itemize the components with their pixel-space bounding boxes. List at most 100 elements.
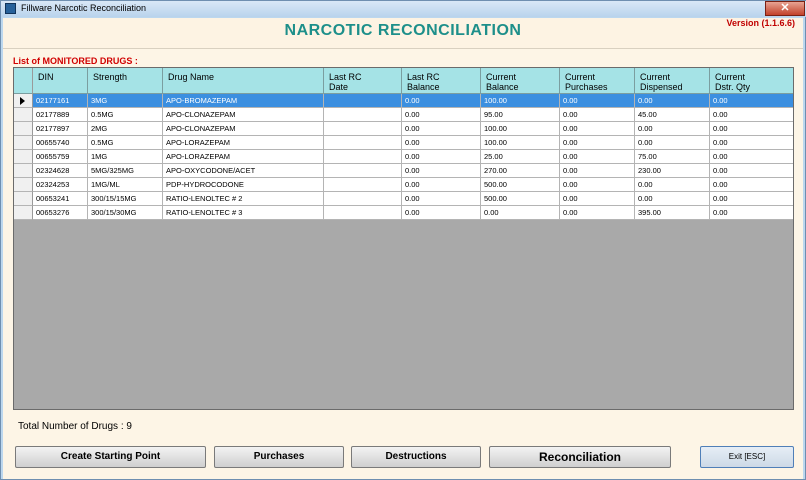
cell-strength[interactable]: 3MG: [88, 94, 163, 108]
column-header-din[interactable]: DIN: [33, 68, 88, 94]
cell-strength[interactable]: 1MG/ML: [88, 178, 163, 192]
table-row[interactable]: 02324628 5MG/325MG APO-OXYCODONE/ACET 0.00 2…: [14, 164, 793, 178]
cell-current-balance[interactable]: 100.00: [481, 122, 560, 136]
cell-current-dstr-qty[interactable]: 0.00: [710, 192, 793, 206]
cell-current-dstr-qty[interactable]: 0.00: [710, 136, 793, 150]
cell-strength[interactable]: 0.5MG: [88, 108, 163, 122]
cell-current-purchases[interactable]: 0.00: [560, 94, 635, 108]
cell-current-dispensed[interactable]: 0.00: [635, 192, 710, 206]
cell-last-rc-date[interactable]: [324, 122, 402, 136]
cell-current-purchases[interactable]: 0.00: [560, 192, 635, 206]
cell-current-purchases[interactable]: 0.00: [560, 108, 635, 122]
cell-current-balance[interactable]: 95.00: [481, 108, 560, 122]
table-row[interactable]: 02324253 1MG/ML PDP-HYDROCODONE 0.00 500.00 0…: [14, 178, 793, 192]
cell-din[interactable]: 02177897: [33, 122, 88, 136]
cell-last-rc-balance[interactable]: 0.00: [402, 178, 481, 192]
cell-current-dispensed[interactable]: 230.00: [635, 164, 710, 178]
cell-current-purchases[interactable]: 0.00: [560, 136, 635, 150]
table-row[interactable]: 00655759 1MG APO-LORAZEPAM 0.00 25.00 0.00 75.…: [14, 150, 793, 164]
purchases-button[interactable]: Purchases: [214, 446, 344, 468]
cell-din[interactable]: 02177889: [33, 108, 88, 122]
cell-current-purchases[interactable]: 0.00: [560, 122, 635, 136]
row-header[interactable]: [14, 108, 33, 122]
cell-drug-name[interactable]: APO-LORAZEPAM: [163, 150, 324, 164]
column-header-current-balance[interactable]: Current Balance: [481, 68, 560, 94]
column-header-drug-name[interactable]: Drug Name: [163, 68, 324, 94]
cell-last-rc-balance[interactable]: 0.00: [402, 136, 481, 150]
cell-last-rc-date[interactable]: [324, 192, 402, 206]
cell-strength[interactable]: 300/15/30MG: [88, 206, 163, 220]
table-row[interactable]: 02177161 3MG APO-BROMAZEPAM 0.00 100.00 0.00 0…: [14, 94, 793, 108]
close-button[interactable]: ✕: [765, 1, 805, 16]
cell-din[interactable]: 02324628: [33, 164, 88, 178]
table-row[interactable]: 00653276 300/15/30MG RATIO-LENOLTEC # 3 0.0…: [14, 206, 793, 220]
cell-current-purchases[interactable]: 0.00: [560, 164, 635, 178]
cell-strength[interactable]: 1MG: [88, 150, 163, 164]
cell-last-rc-date[interactable]: [324, 178, 402, 192]
cell-last-rc-date[interactable]: [324, 94, 402, 108]
cell-last-rc-balance[interactable]: 0.00: [402, 150, 481, 164]
cell-drug-name[interactable]: APO-LORAZEPAM: [163, 136, 324, 150]
cell-current-balance[interactable]: 25.00: [481, 150, 560, 164]
cell-current-balance[interactable]: 0.00: [481, 206, 560, 220]
cell-last-rc-balance[interactable]: 0.00: [402, 206, 481, 220]
cell-din[interactable]: 02177161: [33, 94, 88, 108]
row-header[interactable]: [14, 206, 33, 220]
column-header-current-purchases[interactable]: Current Purchases: [560, 68, 635, 94]
column-header-strength[interactable]: Strength: [88, 68, 163, 94]
table-row[interactable]: 00653241 300/15/15MG RATIO-LENOLTEC # 2 0.0…: [14, 192, 793, 206]
cell-last-rc-date[interactable]: [324, 136, 402, 150]
cell-current-dstr-qty[interactable]: 0.00: [710, 178, 793, 192]
cell-current-balance[interactable]: 500.00: [481, 178, 560, 192]
row-header[interactable]: [14, 150, 33, 164]
cell-current-dispensed[interactable]: 0.00: [635, 136, 710, 150]
cell-current-purchases[interactable]: 0.00: [560, 178, 635, 192]
cell-last-rc-date[interactable]: [324, 108, 402, 122]
cell-last-rc-balance[interactable]: 0.00: [402, 108, 481, 122]
cell-current-dstr-qty[interactable]: 0.00: [710, 108, 793, 122]
cell-din[interactable]: 00655740: [33, 136, 88, 150]
cell-current-dstr-qty[interactable]: 0.00: [710, 122, 793, 136]
column-header-last-rc-balance[interactable]: Last RC Balance: [402, 68, 481, 94]
column-header-current-dstr-qty[interactable]: Current Dstr. Qty: [710, 68, 793, 94]
cell-current-balance[interactable]: 100.00: [481, 94, 560, 108]
row-header[interactable]: [14, 136, 33, 150]
cell-current-dstr-qty[interactable]: 0.00: [710, 164, 793, 178]
cell-current-dstr-qty[interactable]: 0.00: [710, 150, 793, 164]
row-header[interactable]: [14, 178, 33, 192]
cell-current-dstr-qty[interactable]: 0.00: [710, 206, 793, 220]
table-row[interactable]: 02177889 0.5MG APO-CLONAZEPAM 0.00 95.00 0.00…: [14, 108, 793, 122]
cell-last-rc-balance[interactable]: 0.00: [402, 122, 481, 136]
cell-current-balance[interactable]: 100.00: [481, 136, 560, 150]
cell-strength[interactable]: 5MG/325MG: [88, 164, 163, 178]
cell-last-rc-balance[interactable]: 0.00: [402, 192, 481, 206]
cell-current-dispensed[interactable]: 395.00: [635, 206, 710, 220]
cell-current-dispensed[interactable]: 0.00: [635, 94, 710, 108]
table-row[interactable]: 00655740 0.5MG APO-LORAZEPAM 0.00 100.00 0.00…: [14, 136, 793, 150]
create-starting-point-button[interactable]: Create Starting Point: [15, 446, 206, 468]
column-header-current-dispensed[interactable]: Current Dispensed: [635, 68, 710, 94]
cell-last-rc-date[interactable]: [324, 206, 402, 220]
cell-din[interactable]: 00655759: [33, 150, 88, 164]
row-header[interactable]: [14, 192, 33, 206]
row-header[interactable]: [14, 94, 33, 108]
cell-din[interactable]: 00653276: [33, 206, 88, 220]
cell-current-dispensed[interactable]: 75.00: [635, 150, 710, 164]
cell-strength[interactable]: 0.5MG: [88, 136, 163, 150]
cell-current-dispensed[interactable]: 0.00: [635, 178, 710, 192]
cell-last-rc-balance[interactable]: 0.00: [402, 164, 481, 178]
row-header[interactable]: [14, 122, 33, 136]
cell-current-purchases[interactable]: 0.00: [560, 206, 635, 220]
cell-current-balance[interactable]: 500.00: [481, 192, 560, 206]
reconciliation-button[interactable]: Reconciliation: [489, 446, 671, 468]
cell-drug-name[interactable]: APO-CLONAZEPAM: [163, 122, 324, 136]
column-header-last-rc-date[interactable]: Last RC Date: [324, 68, 402, 94]
cell-current-dispensed[interactable]: 45.00: [635, 108, 710, 122]
cell-din[interactable]: 00653241: [33, 192, 88, 206]
cell-drug-name[interactable]: APO-OXYCODONE/ACET: [163, 164, 324, 178]
cell-last-rc-date[interactable]: [324, 164, 402, 178]
cell-drug-name[interactable]: RATIO-LENOLTEC # 3: [163, 206, 324, 220]
cell-current-purchases[interactable]: 0.00: [560, 150, 635, 164]
cell-drug-name[interactable]: APO-BROMAZEPAM: [163, 94, 324, 108]
cell-last-rc-balance[interactable]: 0.00: [402, 94, 481, 108]
